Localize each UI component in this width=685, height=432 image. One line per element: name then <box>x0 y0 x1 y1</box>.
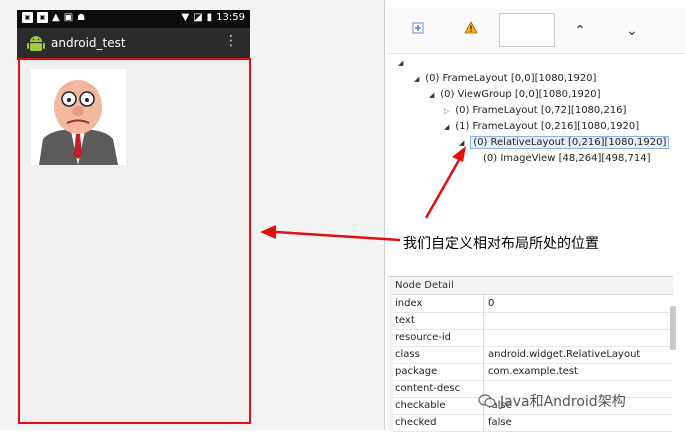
wechat-icon <box>478 394 496 408</box>
tree-node-label: (1) FrameLayout [0,216][1080,1920] <box>455 121 640 132</box>
android-icon: ☗ <box>77 12 86 23</box>
detail-key: class <box>395 349 420 360</box>
node-detail-table: index 0 text resource-id class android.wid… <box>393 294 673 432</box>
expand-triangle-icon: ▷ <box>444 107 450 115</box>
hierarchy-toolbar: ⌃ ⌄ <box>386 8 685 54</box>
detail-value: android.widget.RelativeLayout <box>488 349 641 360</box>
status-bar: ▣ ▣ ▲ ▣ ☗ ▼ ◪ ▮ 13:59 <box>17 10 250 28</box>
tree-node[interactable]: ◢ (1) FrameLayout [0,216][1080,1920] <box>444 120 639 134</box>
image-view[interactable] <box>31 69 126 165</box>
no-sim-icon: ◪ <box>193 12 203 23</box>
tree-node-label: (0) FrameLayout [0,0][1080,1920] <box>425 73 597 84</box>
detail-key: package <box>395 366 438 377</box>
notification-icon: ▣ <box>22 12 33 23</box>
detail-value: 0 <box>488 298 495 309</box>
device-screenshot-pane: ▣ ▣ ▲ ▣ ☗ ▼ ◪ ▮ 13:59 android_test ⋮ <box>0 0 385 430</box>
tree-node-label: (0) ViewGroup [0,0][1080,1920] <box>440 89 601 100</box>
detail-row[interactable]: class android.widget.RelativeLayout <box>393 346 673 364</box>
phone-screen: ▣ ▣ ▲ ▣ ☗ ▼ ◪ ▮ 13:59 android_test ⋮ <box>17 10 251 425</box>
detail-key: content-desc <box>395 383 461 394</box>
search-box[interactable] <box>499 13 555 47</box>
status-icons-left: ▣ ▣ ▲ ▣ ☗ <box>22 12 85 23</box>
watermark: Java和Android架构 <box>478 391 626 411</box>
expand-all-icon[interactable] <box>407 20 429 42</box>
detail-row[interactable]: resource-id <box>393 329 673 347</box>
collapse-triangle-icon: ◢ <box>459 139 465 147</box>
overflow-menu-icon[interactable]: ⋮ <box>224 34 238 48</box>
detail-row[interactable]: text <box>393 312 673 330</box>
annotation-text: 我们自定义相对布局所处的位置 <box>403 236 599 252</box>
tree-node-label: (0) ImageView [48,264][498,714] <box>483 153 651 164</box>
image-icon: ▣ <box>63 12 74 23</box>
relative-layout-highlight[interactable] <box>18 58 251 424</box>
tree-root-toggle[interactable]: ◢ <box>398 56 406 70</box>
collapse-triangle-icon: ◢ <box>414 75 420 83</box>
detail-key: checkable <box>395 400 446 411</box>
tree-node[interactable]: ◢ (0) ViewGroup [0,0][1080,1920] <box>429 88 600 102</box>
tree-node-label: (0) RelativeLayout [0,216][1080,1920] <box>470 136 670 149</box>
battery-icon: ▮ <box>206 12 213 23</box>
tree-node[interactable]: ◢ (0) FrameLayout [0,0][1080,1920] <box>414 72 596 86</box>
cartoon-man-image <box>39 80 118 165</box>
detail-scrollbar[interactable] <box>670 306 676 350</box>
tree-node[interactable]: (0) ImageView [48,264][498,714] <box>483 152 651 166</box>
detail-key: text <box>395 315 415 326</box>
tree-node-selected[interactable]: ◢ (0) RelativeLayout [0,216][1080,1920] <box>459 136 670 150</box>
alert-icon: ▲ <box>52 12 60 23</box>
collapse-triangle-icon: ◢ <box>398 59 404 67</box>
tree-node[interactable]: ▷ (0) FrameLayout [0,72][1080,216] <box>444 104 626 118</box>
detail-key: resource-id <box>395 332 451 343</box>
detail-key: checked <box>395 417 437 428</box>
notification-icon: ▣ <box>37 12 48 23</box>
wifi-icon: ▼ <box>181 12 190 23</box>
detail-row[interactable]: package com.example.test <box>393 363 673 381</box>
detail-value: com.example.test <box>488 366 578 377</box>
tree-node-label: (0) FrameLayout [0,72][1080,216] <box>455 105 627 116</box>
detail-value: false <box>488 417 512 428</box>
action-bar: android_test ⋮ <box>17 28 250 60</box>
chevron-down-icon[interactable]: ⌄ <box>621 20 643 42</box>
detail-key: index <box>395 298 423 309</box>
chevron-up-icon[interactable]: ⌃ <box>569 20 591 42</box>
android-logo-icon <box>27 36 45 51</box>
detail-row[interactable]: checked false <box>393 414 673 432</box>
app-title: android_test <box>51 36 126 50</box>
node-detail-title: Node Detail <box>395 280 454 291</box>
collapse-triangle-icon: ◢ <box>444 123 450 131</box>
status-time: 13:59 <box>216 12 245 23</box>
watermark-text: Java和Android架构 <box>500 394 626 410</box>
detail-row[interactable]: index 0 <box>393 295 673 313</box>
status-icons-right: ▼ ◪ ▮ 13:59 <box>182 12 246 23</box>
warning-icon[interactable] <box>460 20 482 42</box>
collapse-triangle-icon: ◢ <box>429 91 435 99</box>
